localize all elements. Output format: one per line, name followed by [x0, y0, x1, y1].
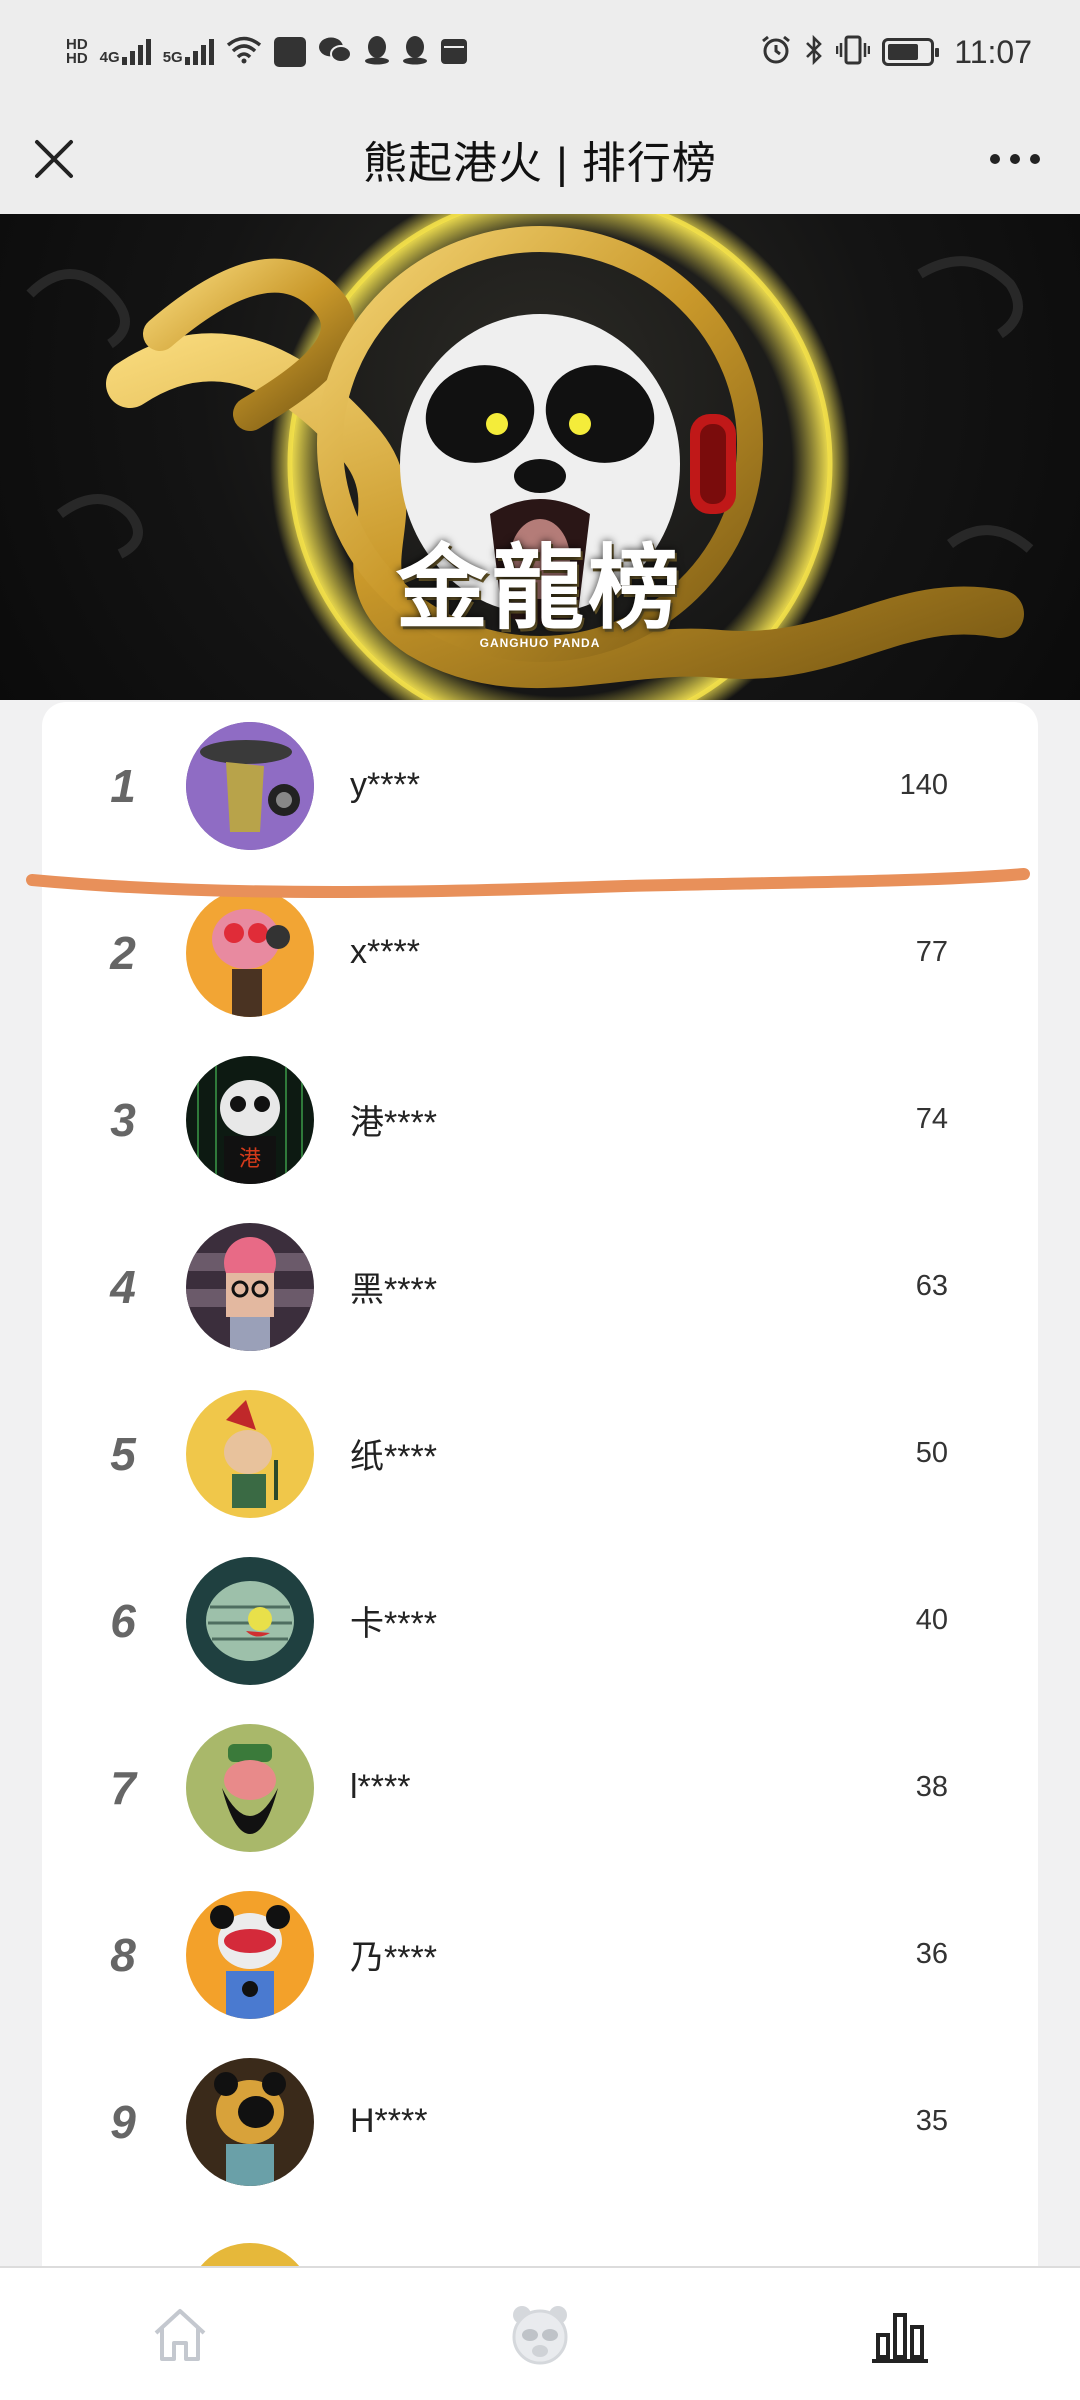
user-name: l****: [350, 1768, 411, 1806]
bottom-nav: [0, 2266, 1080, 2400]
avatar: [186, 1222, 314, 1351]
score: 77: [915, 936, 948, 968]
ranking-row[interactable]: 8 乃**** 36: [42, 1871, 1038, 2038]
ranking-row[interactable]: 1 y**** 140: [42, 702, 1038, 869]
user-name: H****: [350, 2102, 428, 2140]
avatar: [186, 721, 314, 850]
close-icon: [35, 140, 73, 178]
close-button[interactable]: [24, 129, 84, 189]
user-name: y****: [350, 766, 420, 804]
more-icon: [990, 154, 1040, 164]
wifi-icon: [226, 36, 262, 69]
more-button[interactable]: [980, 134, 1050, 184]
wallet-icon: [273, 37, 306, 67]
status-time: 11:07: [954, 33, 1032, 70]
ranking-list: 1 y**** 140 2 x**** 77 3 港 港**** 74 4 黑*…: [42, 702, 1038, 2270]
rank-number: 6: [110, 1594, 136, 1647]
rank-number: 5: [110, 1427, 136, 1480]
battery-icon: [882, 38, 940, 66]
ranking-row[interactable]: 6 卡**** 40: [42, 1537, 1038, 1704]
user-name: 卡****: [350, 1605, 437, 1643]
user-name: 乃****: [350, 1939, 437, 1977]
svg-text:港: 港: [239, 1147, 261, 1172]
ranking-row[interactable]: 4 黑**** 63: [42, 1203, 1038, 1370]
title-bar: 熊起港火 | 排行榜: [0, 104, 1080, 214]
panda-icon: [512, 2306, 568, 2365]
nav-home[interactable]: [135, 2292, 225, 2378]
score: 38: [915, 1771, 948, 1803]
avatar: [186, 1723, 314, 1852]
signal-4g-icon: 4G: [100, 39, 151, 65]
status-bar: HD HD 4G 5G 11:07: [0, 0, 1080, 104]
banner: 金龍榜 GANGHUO PANDA: [0, 214, 1080, 700]
page-title: 熊起港火 | 排行榜: [363, 139, 717, 188]
score: 63: [915, 1270, 948, 1302]
ranking-row[interactable]: 9 H**** 35: [42, 2038, 1038, 2205]
ranking-row[interactable]: [42, 2205, 1038, 2270]
ranking-row[interactable]: 5 纸**** 50: [42, 1370, 1038, 1537]
rank-number: 4: [110, 1260, 136, 1313]
vibrate-icon: [836, 34, 871, 71]
score: 50: [915, 1437, 948, 1469]
avatar: [186, 1556, 314, 1685]
home-icon: [154, 2309, 206, 2361]
score: 36: [915, 1938, 948, 1970]
avatar: [186, 888, 314, 1017]
score: 35: [915, 2105, 948, 2137]
ranking-row[interactable]: 3 港 港**** 74: [42, 1036, 1038, 1203]
hd-icon: HD HD: [66, 36, 88, 67]
avatar: 港: [186, 1055, 314, 1184]
score: 40: [915, 1604, 948, 1636]
calendar-icon: [440, 35, 468, 70]
avatar: [186, 2057, 314, 2186]
user-name: 黑****: [350, 1271, 437, 1309]
qq-icon: [402, 35, 428, 70]
rank-number: 9: [110, 2095, 136, 2148]
score: 74: [915, 1103, 948, 1135]
status-left: HD HD 4G 5G: [66, 35, 468, 70]
rank-number: 3: [110, 1093, 136, 1146]
wechat-icon: [318, 36, 352, 69]
ranking-icon: [872, 2313, 928, 2363]
banner-subtitle: GANGHUO PANDA: [479, 636, 601, 650]
nav-panda[interactable]: [495, 2292, 585, 2378]
avatar: [186, 1389, 314, 1518]
qq-icon: [364, 35, 390, 70]
ranking-row[interactable]: 2 x**** 77: [42, 869, 1038, 1036]
rank-number: 2: [110, 926, 136, 979]
avatar: [186, 1890, 314, 2019]
user-name: 港****: [350, 1104, 437, 1142]
bluetooth-icon: [804, 34, 824, 71]
score: 140: [899, 769, 948, 801]
status-right: 11:07: [760, 34, 1032, 71]
rank-number: 1: [110, 759, 136, 812]
rank-number: 7: [110, 1761, 136, 1814]
ranking-row[interactable]: 7 l**** 38: [42, 1704, 1038, 1871]
banner-title: 金龍榜: [395, 534, 684, 642]
alarm-icon: [760, 34, 792, 71]
user-name: 纸****: [350, 1438, 437, 1476]
signal-5g-icon: 5G: [163, 39, 214, 65]
nav-ranking[interactable]: [855, 2292, 945, 2378]
user-name: x****: [350, 933, 420, 971]
rank-number: 8: [110, 1928, 136, 1981]
